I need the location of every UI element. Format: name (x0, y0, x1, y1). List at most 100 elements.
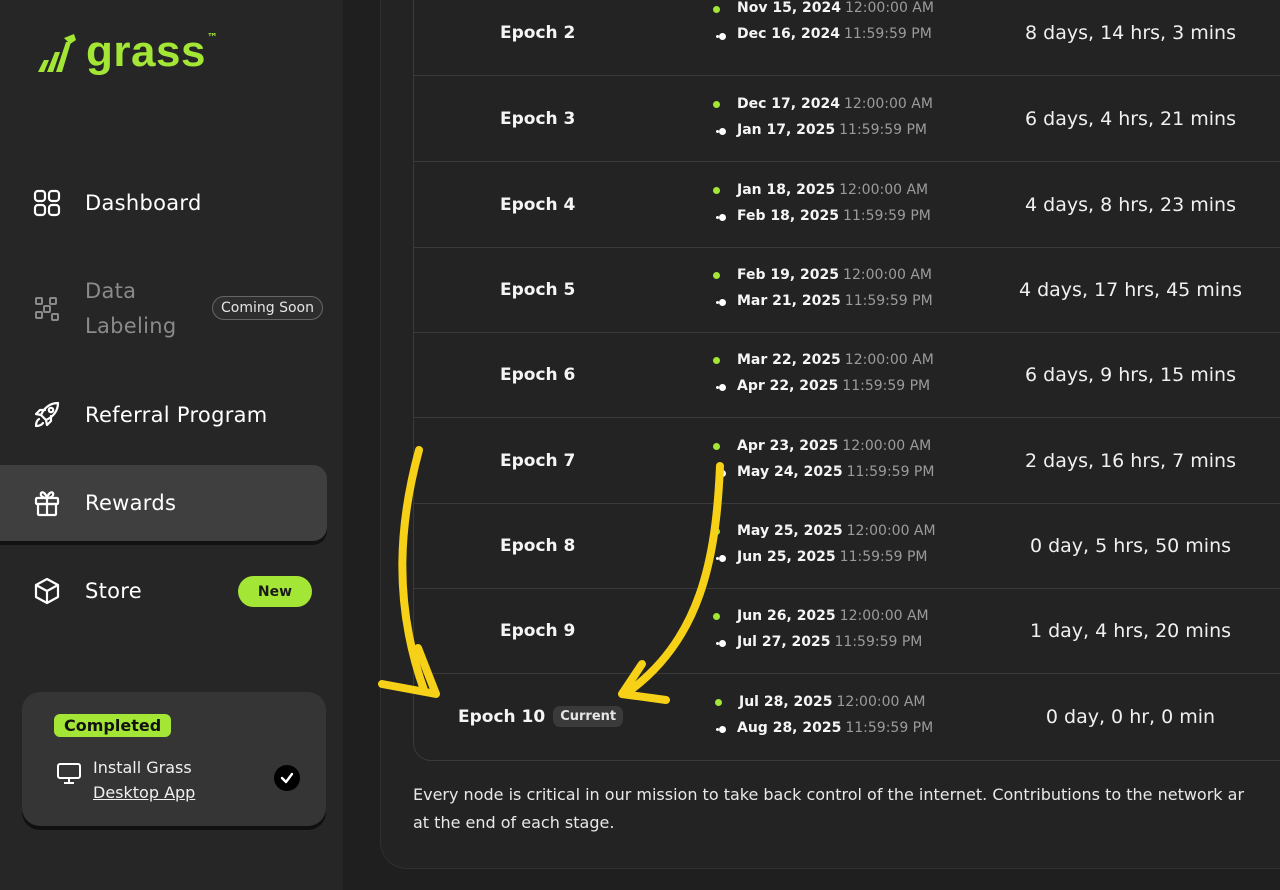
epoch-duration: 8 days, 14 hrs, 3 mins (1025, 21, 1236, 44)
rocket-icon (32, 400, 62, 430)
start-dot-icon (715, 699, 722, 706)
table-row: Epoch 6 Mar 22, 2025 12:00:00 AM Apr 22, … (413, 332, 1280, 418)
end-date-value: Mar 21, 2025 (737, 293, 841, 309)
end-date: Aug 28, 2025 11:59:59 PM (737, 720, 933, 736)
epoch-name: Epoch 3 (500, 76, 575, 161)
start-dot-icon (713, 101, 720, 108)
start-dot-icon (713, 613, 720, 620)
start-time-value: 12:00:00 AM (844, 0, 934, 16)
epoch-duration: 0 day, 0 hr, 0 min (1045, 705, 1216, 728)
end-dot-icon (719, 640, 726, 647)
epoch-duration: 0 day, 5 hrs, 50 mins (1029, 534, 1232, 557)
data-labeling-icon (32, 294, 62, 324)
grid-icon (32, 188, 62, 218)
sidebar-item-referral-program[interactable]: Referral Program (0, 392, 327, 438)
start-time-value: 12:00:00 AM (846, 523, 936, 539)
end-time-value: 11:59:59 PM (842, 378, 931, 394)
end-time-value: 11:59:59 PM (844, 293, 933, 309)
sidebar-item-label-line2: Labeling (85, 314, 177, 338)
end-date: Mar 21, 2025 11:59:59 PM (737, 293, 933, 309)
start-time-value: 12:00:00 AM (843, 96, 933, 112)
start-dot-icon (713, 443, 720, 450)
epoch-name-label: Epoch 3 (500, 108, 576, 129)
start-time-value: 12:00:00 AM (839, 608, 929, 624)
table-row: Epoch 7 Apr 23, 2025 12:00:00 AM May 24, … (413, 418, 1280, 504)
end-date-value: Jul 27, 2025 (737, 634, 831, 650)
box-icon (32, 576, 62, 606)
end-dot-icon (719, 555, 726, 562)
sidebar: grass ™ Dashboard Data Labeling Coming So (0, 0, 343, 890)
new-badge: New (238, 576, 312, 607)
start-date-value: Apr 23, 2025 (737, 438, 839, 454)
footer-description: Every node is critical in our mission to… (413, 781, 1280, 837)
start-date: Nov 15, 2024 12:00:00 AM (737, 0, 934, 16)
end-date-value: Aug 28, 2025 (737, 720, 842, 736)
epoch-name: Epoch 7 (500, 418, 575, 503)
end-time-value: 11:59:59 PM (834, 634, 923, 650)
start-date: Apr 23, 2025 12:00:00 AM (737, 438, 931, 454)
end-date: Jun 25, 2025 11:59:59 PM (737, 549, 928, 565)
end-dot-icon (719, 726, 726, 733)
sidebar-item-dashboard[interactable]: Dashboard (0, 180, 327, 226)
start-dot-icon (713, 357, 720, 364)
footer-line-1: Every node is critical in our mission to… (413, 785, 1245, 804)
start-time-value: 12:00:00 AM (843, 267, 933, 283)
sidebar-item-rewards[interactable]: Rewards (0, 465, 327, 541)
sidebar-item-label: Referral Program (85, 403, 268, 427)
end-date: Apr 22, 2025 11:59:59 PM (737, 378, 930, 394)
grass-logo-icon (38, 34, 76, 72)
start-date: Jun 26, 2025 12:00:00 AM (737, 608, 929, 624)
start-date: May 25, 2025 12:00:00 AM (737, 523, 936, 539)
end-date-value: Jun 25, 2025 (737, 549, 836, 565)
end-date: Feb 18, 2025 11:59:59 PM (737, 208, 931, 224)
epoch-name-label: Epoch 8 (500, 535, 576, 556)
end-time-value: 11:59:59 PM (843, 208, 931, 224)
end-dot-icon (719, 384, 726, 391)
monitor-icon (56, 762, 82, 790)
epoch-name: Epoch 8 (500, 503, 575, 588)
sidebar-item-label-line1: Data (85, 279, 137, 303)
start-date: Mar 22, 2025 12:00:00 AM (737, 352, 934, 368)
table-row: Epoch 9 Jun 26, 2025 12:00:00 AM Jul 27, … (413, 588, 1280, 674)
end-dot-icon (719, 214, 726, 221)
table-row: Epoch 8 May 25, 2025 12:00:00 AM Jun 25, … (413, 503, 1280, 589)
sidebar-item-label: Store (85, 579, 143, 603)
end-date: May 24, 2025 11:59:59 PM (737, 464, 934, 480)
epoch-name-label: Epoch 10 (458, 706, 546, 727)
epoch-name: Epoch 2 (500, 0, 575, 75)
epoch-duration: 2 days, 16 hrs, 7 mins (1025, 449, 1236, 472)
end-date-value: Feb 18, 2025 (737, 208, 840, 224)
start-date: Jan 18, 2025 12:00:00 AM (737, 182, 928, 198)
epoch-name: Epoch 6 (500, 332, 575, 417)
end-dot-icon (719, 33, 726, 40)
epoch-name: Epoch 4 (500, 162, 575, 247)
start-dot-icon (713, 187, 720, 194)
start-date-value: Jun 26, 2025 (737, 608, 836, 624)
task-link[interactable]: Desktop App (93, 783, 195, 802)
end-date-value: Apr 22, 2025 (737, 378, 839, 394)
table-row: Epoch 5 Feb 19, 2025 12:00:00 AM Mar 21, … (413, 247, 1280, 333)
epoch-duration: 6 days, 4 hrs, 21 mins (1025, 107, 1236, 130)
epoch-duration: 4 days, 8 hrs, 23 mins (1025, 193, 1236, 216)
start-time-value: 12:00:00 AM (844, 352, 934, 368)
end-time-value: 11:59:59 PM (845, 720, 934, 736)
start-time-value: 12:00:00 AM (842, 438, 932, 454)
epoch-name-label: Epoch 9 (500, 620, 576, 641)
end-date: Jul 27, 2025 11:59:59 PM (737, 634, 922, 650)
start-date-value: Feb 19, 2025 (737, 267, 840, 283)
end-date-value: May 24, 2025 (737, 464, 843, 480)
grass-logo[interactable]: grass ™ (36, 30, 218, 74)
task-card[interactable]: Completed Install Grass Desktop App (22, 692, 326, 826)
start-time-value: 12:00:00 AM (839, 182, 929, 198)
table-row-current: Epoch 10 Current Jul 28, 2025 12:00:00 AM … (413, 674, 1280, 759)
sidebar-item-label: Data Labeling (85, 274, 177, 344)
sidebar-item-label: Rewards (85, 491, 177, 515)
start-date: Feb 19, 2025 12:00:00 AM (737, 267, 932, 283)
end-time-value: 11:59:59 PM (843, 26, 932, 42)
epoch-name-label: Epoch 6 (500, 364, 576, 385)
start-date: Jul 28, 2025 12:00:00 AM (739, 694, 925, 710)
start-dot-icon (713, 528, 720, 535)
start-date-value: Dec 17, 2024 (737, 96, 840, 112)
epoch-duration: 4 days, 17 hrs, 45 mins (1018, 278, 1243, 301)
start-dot-icon (713, 272, 720, 279)
